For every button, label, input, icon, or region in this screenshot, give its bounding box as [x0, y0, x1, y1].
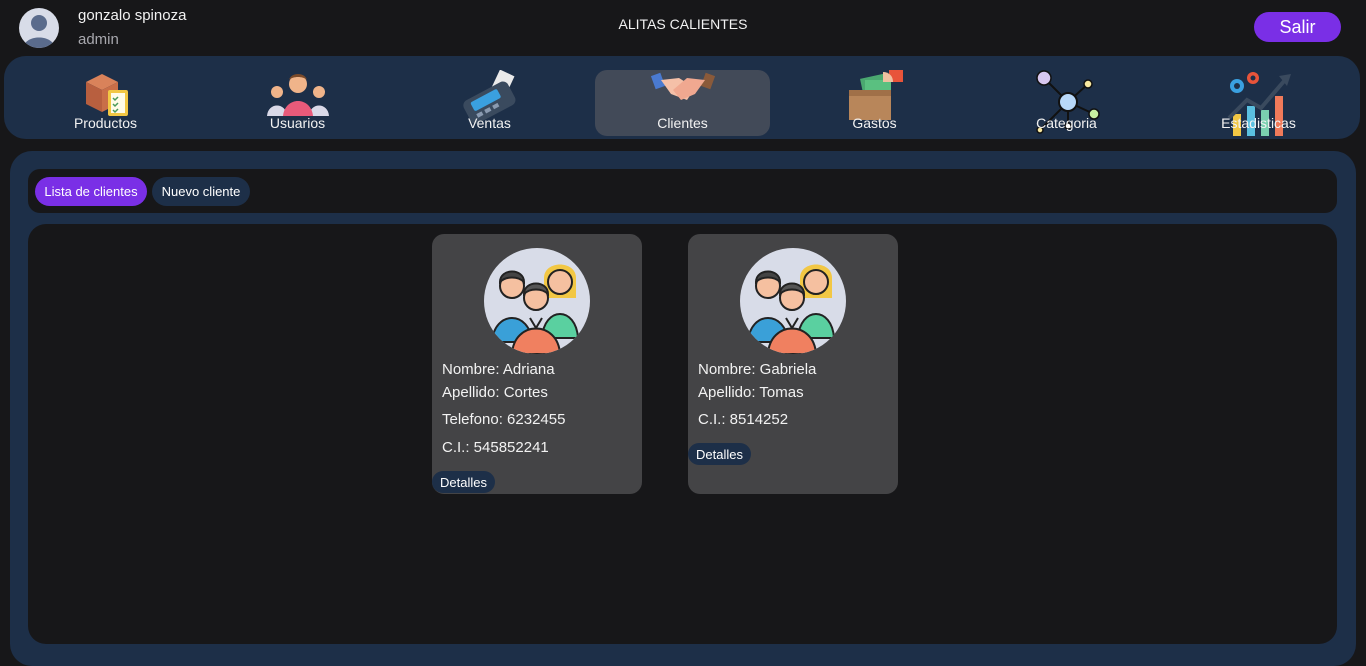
nav-item-estadisticas[interactable]: Estadisticas: [1171, 70, 1346, 136]
client-apellido: Apellido: Cortes: [442, 384, 548, 401]
tab-lista-de-clientes[interactable]: Lista de clientes: [35, 177, 147, 206]
client-nombre: Nombre: Gabriela: [698, 361, 817, 378]
nav-label: Productos: [73, 115, 138, 131]
client-card: Nombre: Gabriela Apellido: Tomas C.I.: 8…: [688, 234, 898, 494]
top-header: gonzalo spinoza admin ALITAS CALIENTES S…: [0, 0, 1366, 56]
nav-item-usuarios[interactable]: Usuarios: [210, 70, 385, 136]
nav-item-ventas[interactable]: Ventas: [402, 70, 577, 136]
handshake-icon: [650, 72, 715, 100]
nav-label: Ventas: [468, 115, 511, 131]
clients-list: Nombre: Adriana Apellido: Cortes Telefon…: [28, 224, 1337, 644]
main-nav: Productos Usuarios Ventas Clientes Gasto…: [4, 56, 1360, 139]
user-avatar-icon: [19, 8, 59, 48]
client-ci: C.I.: 545852241: [442, 439, 549, 456]
nav-label: Estadisticas: [1221, 115, 1296, 131]
user-role: admin: [78, 31, 119, 48]
client-nombre: Nombre: Adriana: [442, 361, 555, 378]
tab-nuevo-cliente[interactable]: Nuevo cliente: [152, 177, 250, 206]
main-panel: Lista de clientes Nuevo cliente Nombre: …: [10, 151, 1356, 666]
nav-label: Gastos: [852, 115, 897, 131]
app-title: ALITAS CALIENTES: [618, 16, 748, 32]
details-button[interactable]: Detalles: [688, 443, 751, 465]
details-button[interactable]: Detalles: [432, 471, 495, 493]
nav-item-categoria[interactable]: Categoria: [979, 70, 1154, 136]
nav-label: Usuarios: [269, 115, 326, 131]
nav-item-clientes[interactable]: Clientes: [595, 70, 770, 136]
nav-label: Categoria: [1036, 115, 1097, 131]
client-apellido: Apellido: Tomas: [698, 384, 804, 401]
nav-item-productos[interactable]: Productos: [18, 70, 193, 136]
user-name: gonzalo spinoza: [78, 7, 187, 24]
nav-item-gastos[interactable]: Gastos: [787, 70, 962, 136]
client-group-icon: [740, 248, 846, 354]
tab-bar: Lista de clientes Nuevo cliente: [28, 169, 1337, 213]
client-group-icon: [484, 248, 590, 354]
logout-button[interactable]: Salir: [1254, 12, 1341, 42]
client-card: Nombre: Adriana Apellido: Cortes Telefon…: [432, 234, 642, 494]
client-telefono: Telefono: 6232455: [442, 411, 566, 428]
client-ci: C.I.: 8514252: [698, 411, 789, 428]
nav-label: Clientes: [657, 115, 708, 131]
